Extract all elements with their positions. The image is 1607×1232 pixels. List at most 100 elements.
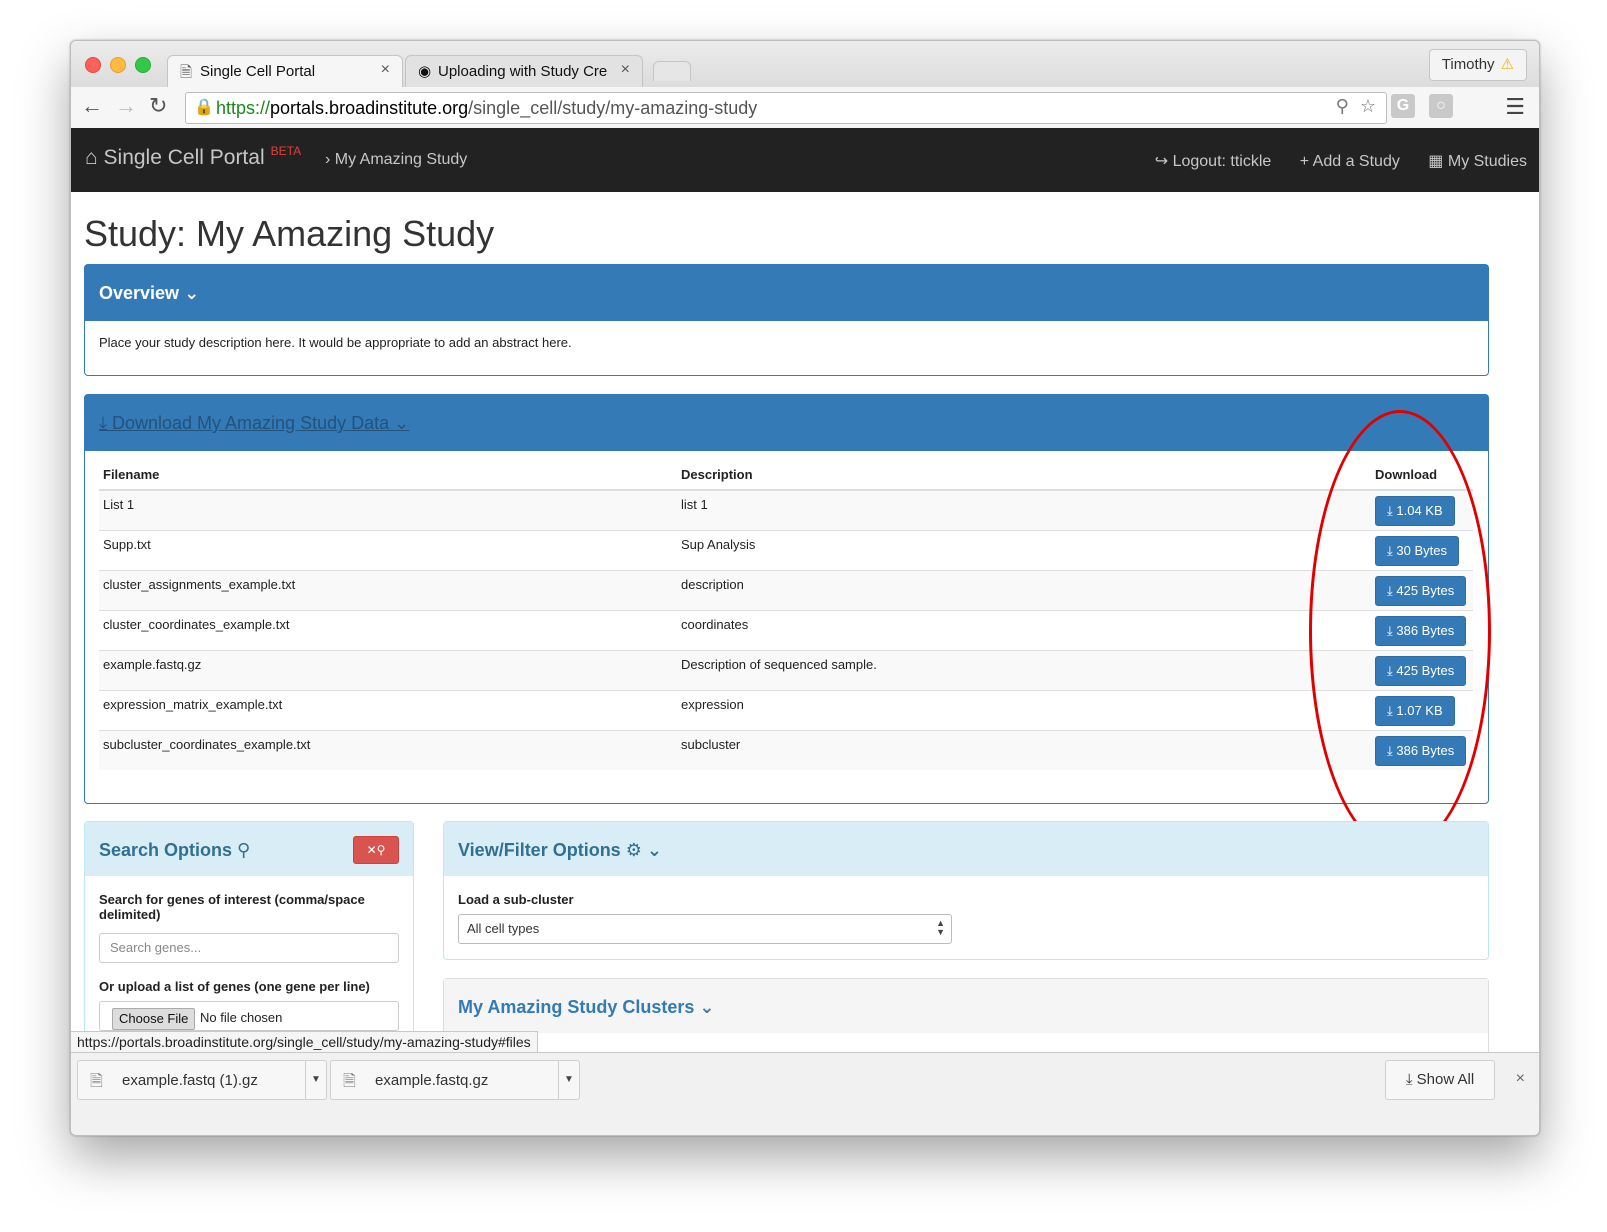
download-icon: ⤓ xyxy=(1387,742,1393,758)
status-bar-url: https://portals.broadinstitute.org/singl… xyxy=(71,1031,538,1053)
table-row: cluster_coordinates_example.txt coordina… xyxy=(99,609,1473,650)
download-button[interactable]: ⤓ 30 Bytes xyxy=(1375,535,1459,566)
lock-icon: 🔒 xyxy=(194,99,214,116)
new-tab-button[interactable] xyxy=(653,61,691,81)
chevron-down-icon: ⌄ xyxy=(184,283,200,303)
chevron-down-icon: ⌄ xyxy=(646,840,662,860)
tab-uploading[interactable]: ◉ Uploading with Study Crea × xyxy=(405,55,643,87)
logout-link[interactable]: ↪ Logout: ttickle xyxy=(1155,153,1272,170)
tab-close-icon[interactable]: × xyxy=(381,61,390,79)
github-icon: ◉ xyxy=(418,63,432,80)
subcluster-select[interactable]: All cell types ▲ ▼ xyxy=(458,914,952,944)
filename-cell: Supp.txt xyxy=(99,529,677,570)
clusters-header[interactable]: My Amazing Study Clusters ⌄ xyxy=(444,979,1488,1033)
breadcrumb[interactable]: › My Amazing Study xyxy=(325,151,467,169)
warning-icon: ⚠ xyxy=(1500,56,1514,73)
home-icon: ⌂ xyxy=(85,146,98,169)
download-item[interactable]: 🗎 example.fastq.gz ▼ xyxy=(330,1060,580,1100)
file-icon: 🗎 xyxy=(343,1073,356,1090)
filename-cell: cluster_coordinates_example.txt xyxy=(99,609,677,650)
brand-name: Single Cell Portal xyxy=(103,146,265,169)
app-navbar: ⌂ Single Cell Portal BETA › My Amazing St… xyxy=(71,128,1539,192)
tab-close-icon[interactable]: × xyxy=(621,61,630,79)
bookmark-star-icon[interactable]: ☆ xyxy=(1360,96,1376,116)
beta-badge: BETA xyxy=(270,144,302,158)
download-menu-caret[interactable]: ▼ xyxy=(558,1061,579,1099)
download-panel: ⤓ Download My Amazing Study Data ⌄ Filen… xyxy=(84,394,1489,804)
download-button[interactable]: ⤓ 425 Bytes xyxy=(1375,575,1467,606)
description-cell: description xyxy=(677,569,1371,610)
navbar-actions: ↪ Logout: ttickle + Add a Study ▦ My Stu… xyxy=(1131,151,1527,171)
files-table: Filename Description Download List 1 lis… xyxy=(99,459,1473,770)
table-row: List 1 list 1 ⤓ 1.04 KB xyxy=(99,489,1473,530)
zoom-window-button[interactable] xyxy=(135,57,151,73)
omnibox-icons: ⚲ ☆ xyxy=(1336,96,1376,117)
genes-label: Search for genes of interest (comma/spac… xyxy=(99,892,365,922)
file-icon: 🗎 xyxy=(90,1073,103,1090)
show-all-button[interactable]: ⤓ Show All xyxy=(1385,1060,1495,1100)
view-filter-header[interactable]: View/Filter Options ⚙ ⌄ xyxy=(444,822,1488,876)
overview-title: Overview xyxy=(99,283,180,303)
zoom-icon[interactable]: ⚲ xyxy=(1336,96,1349,116)
download-button[interactable]: ⤓ 1.04 KB xyxy=(1375,496,1455,526)
download-icon: ⤓ xyxy=(1387,622,1393,638)
search-options-header[interactable]: Search Options ⚲ ✕⚲ xyxy=(85,822,413,876)
close-shelf-icon[interactable]: × xyxy=(1516,1070,1525,1088)
search-options-title: Search Options xyxy=(99,840,233,860)
upload-label: Or upload a list of genes (one gene per … xyxy=(99,979,370,994)
extension-g-icon[interactable]: G xyxy=(1391,94,1415,118)
description-cell: Sup Analysis xyxy=(677,529,1371,570)
add-study-link[interactable]: + Add a Study xyxy=(1300,153,1400,170)
table-row: Supp.txt Sup Analysis ⤓ 30 Bytes xyxy=(99,529,1473,570)
subcluster-selected-value: All cell types xyxy=(467,921,540,936)
brand-link[interactable]: ⌂ Single Cell Portal BETA xyxy=(85,144,302,170)
download-title: Download My Amazing Study Data xyxy=(111,413,390,433)
overview-header[interactable]: Overview ⌄ xyxy=(85,265,1488,321)
clusters-title: My Amazing Study Clusters xyxy=(458,997,695,1017)
download-button[interactable]: ⤓ 425 Bytes xyxy=(1375,655,1467,686)
download-button[interactable]: ⤓ 386 Bytes xyxy=(1375,735,1467,766)
browser-toolbar: ← → ↻ 🔒 https://portals.broadinstitute.o… xyxy=(71,87,1539,129)
window-controls xyxy=(85,57,160,78)
tab-single-cell-portal[interactable]: 🗎 Single Cell Portal × xyxy=(167,55,403,87)
page-title: Study: My Amazing Study xyxy=(84,213,495,254)
overview-description: Place your study description here. It wo… xyxy=(99,335,572,350)
download-button[interactable]: ⤓ 1.07 KB xyxy=(1375,695,1455,726)
table-row: subcluster_coordinates_example.txt subcl… xyxy=(99,729,1473,770)
table-row: expression_matrix_example.txt expression… xyxy=(99,689,1473,730)
table-row: cluster_assignments_example.txt descript… xyxy=(99,569,1473,610)
column-download: Download xyxy=(1371,459,1473,491)
my-studies-link[interactable]: ▦ My Studies xyxy=(1428,153,1527,170)
url-text: https://portals.broadinstitute.org/singl… xyxy=(216,98,758,118)
download-menu-caret[interactable]: ▼ xyxy=(305,1061,326,1099)
breadcrumb-study: My Amazing Study xyxy=(334,151,468,168)
download-button[interactable]: ⤓ 386 Bytes xyxy=(1375,615,1467,646)
choose-file-button[interactable]: Choose File xyxy=(112,1008,196,1030)
search-options-panel: Search Options ⚲ ✕⚲ Search for genes of … xyxy=(84,821,414,1061)
clear-search-button[interactable]: ✕⚲ xyxy=(353,836,399,864)
address-bar[interactable]: 🔒 https://portals.broadinstitute.org/sin… xyxy=(185,92,1387,124)
close-window-button[interactable] xyxy=(85,57,101,73)
minimize-window-button[interactable] xyxy=(110,57,126,73)
forward-icon[interactable]: → xyxy=(115,93,137,119)
profile-button[interactable]: Timothy ⚠ xyxy=(1428,49,1527,81)
search-genes-input[interactable]: Search genes... xyxy=(99,933,399,963)
column-filename: Filename xyxy=(99,459,677,491)
overview-panel: Overview ⌄ Place your study description … xyxy=(84,264,1489,376)
description-cell: list 1 xyxy=(677,489,1371,530)
download-header[interactable]: ⤓ Download My Amazing Study Data ⌄ xyxy=(85,395,1488,451)
browser-menu-icon[interactable]: ☰ xyxy=(1505,94,1525,120)
filename-cell: example.fastq.gz xyxy=(99,649,677,690)
tab-title: Single Cell Portal xyxy=(200,63,316,80)
chevron-down-icon: ⌄ xyxy=(699,997,715,1017)
download-item[interactable]: 🗎 example.fastq (1).gz ▼ xyxy=(77,1060,327,1100)
back-icon[interactable]: ← xyxy=(81,93,103,119)
extension-icon[interactable]: ○ xyxy=(1429,94,1453,118)
download-icon: ⤓ xyxy=(1405,1071,1413,1088)
table-row: example.fastq.gz Description of sequence… xyxy=(99,649,1473,690)
download-icon: ⤓ xyxy=(1387,582,1393,598)
download-icon: ⤓ xyxy=(99,413,107,433)
gene-file-input[interactable]: Choose File No file chosen xyxy=(99,1001,399,1031)
download-item-name: example.fastq.gz xyxy=(375,1072,489,1089)
reload-icon[interactable]: ↻ xyxy=(149,93,167,119)
